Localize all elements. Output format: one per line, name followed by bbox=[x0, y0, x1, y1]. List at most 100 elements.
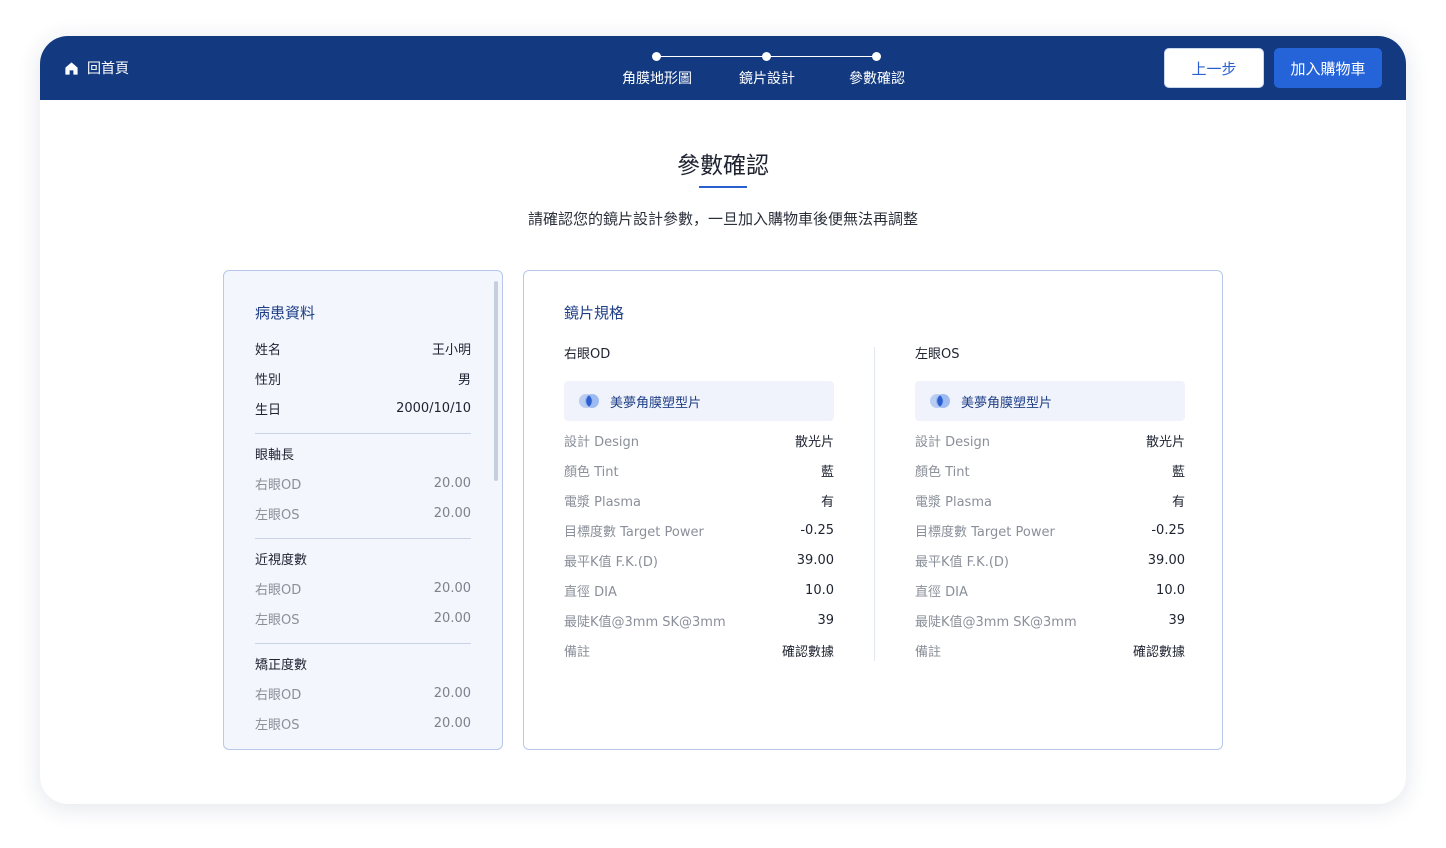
progress-stepper: 角膜地形圖 鏡片設計 參數確認 bbox=[580, 50, 920, 90]
step-confirm[interactable]: 參數確認 bbox=[849, 68, 905, 88]
spec-row: 直徑 DIA 10.0 bbox=[915, 575, 1185, 605]
scrollbar-thumb[interactable] bbox=[494, 281, 498, 481]
step-connector bbox=[657, 56, 767, 57]
lens-icon bbox=[929, 393, 951, 409]
spec-label: 顏色 Tint bbox=[915, 464, 970, 480]
list-item: 右眼OD 20.00 bbox=[255, 468, 471, 498]
spec-row: 電漿 Plasma 有 bbox=[915, 485, 1185, 515]
spec-label: 目標度數 Target Power bbox=[564, 524, 704, 540]
spec-row: 備註 確認數據 bbox=[915, 635, 1185, 665]
spec-value: 確認數據 bbox=[781, 644, 834, 660]
patient-gender-row: 性別 男 bbox=[255, 363, 471, 393]
field-label: 右眼OD bbox=[255, 582, 302, 598]
spec-value: 藍 bbox=[820, 464, 834, 480]
spec-row: 目標度數 Target Power -0.25 bbox=[564, 515, 834, 545]
spec-row: 最平K值 F.K.(D) 39.00 bbox=[915, 545, 1185, 575]
section-divider bbox=[255, 643, 471, 644]
spec-row: 備註 確認數據 bbox=[564, 635, 834, 665]
spec-value: -0.25 bbox=[1151, 522, 1185, 538]
field-label: 左眼OS bbox=[255, 717, 300, 733]
spec-value: -0.25 bbox=[800, 522, 834, 538]
home-link-label: 回首頁 bbox=[87, 61, 129, 77]
spec-label: 直徑 DIA bbox=[564, 584, 617, 600]
spec-value: 散光片 bbox=[1145, 434, 1185, 450]
patient-name-row: 姓名 王小明 bbox=[255, 333, 471, 363]
step-lens-design[interactable]: 鏡片設計 bbox=[739, 68, 795, 88]
spec-row: 最平K值 F.K.(D) 39.00 bbox=[564, 545, 834, 575]
spec-value: 10.0 bbox=[805, 582, 834, 598]
spec-label: 最平K值 F.K.(D) bbox=[564, 554, 658, 570]
spec-label: 備註 bbox=[564, 644, 591, 660]
field-label: 性別 bbox=[255, 372, 282, 388]
spec-row: 最陡K值@3mm SK@3mm 39 bbox=[564, 605, 834, 635]
spec-row: 設計 Design 散光片 bbox=[564, 425, 834, 455]
patient-birthday-row: 生日 2000/10/10 bbox=[255, 393, 471, 423]
step-dot-2 bbox=[762, 52, 771, 61]
top-navigation-bar: 回首頁 角膜地形圖 鏡片設計 參數確認 上一步 加入購物車 bbox=[40, 36, 1406, 100]
spec-row: 最陡K值@3mm SK@3mm 39 bbox=[915, 605, 1185, 635]
spec-value: 10.0 bbox=[1156, 582, 1185, 598]
step-dot-3 bbox=[872, 52, 881, 61]
field-label: 生日 bbox=[255, 402, 282, 418]
spec-row: 顏色 Tint 藍 bbox=[564, 455, 834, 485]
field-value: 20.00 bbox=[433, 685, 471, 701]
section-divider bbox=[255, 433, 471, 434]
previous-step-button[interactable]: 上一步 bbox=[1164, 48, 1264, 88]
spec-value: 藍 bbox=[1171, 464, 1185, 480]
spec-value: 散光片 bbox=[794, 434, 834, 450]
step-topography[interactable]: 角膜地形圖 bbox=[622, 68, 692, 88]
spec-value: 39 bbox=[817, 612, 834, 628]
spec-value: 39.00 bbox=[796, 552, 834, 568]
patient-name-value: 王小明 bbox=[431, 342, 471, 358]
eye-label-od: 右眼OD bbox=[564, 347, 611, 362]
list-item: 右眼OD 20.00 bbox=[255, 573, 471, 603]
right-eye-column: 右眼OD 美夢角膜塑型片 設計 Design 散光片 顏色 Tint 藍 電漿 Pl… bbox=[564, 343, 834, 665]
title-underline bbox=[699, 186, 747, 188]
spec-label: 顏色 Tint bbox=[564, 464, 619, 480]
list-item: 左眼OS 20.00 bbox=[255, 603, 471, 633]
patient-info-card: 病患資料 姓名 王小明 性別 男 生日 2000/10/10 眼軸長 右眼OD … bbox=[223, 270, 503, 750]
spec-row: 電漿 Plasma 有 bbox=[564, 485, 834, 515]
field-value: 20.00 bbox=[433, 505, 471, 521]
lens-icon bbox=[578, 393, 600, 409]
spec-label: 電漿 Plasma bbox=[915, 494, 992, 510]
field-label: 左眼OS bbox=[255, 507, 300, 523]
product-name: 美夢角膜塑型片 bbox=[961, 395, 1053, 411]
spec-label: 最陡K值@3mm SK@3mm bbox=[915, 614, 1077, 630]
field-label: 右眼OD bbox=[255, 477, 302, 493]
patient-card-title: 病患資料 bbox=[255, 304, 316, 322]
step-dot-1 bbox=[652, 52, 661, 61]
field-value: 20.00 bbox=[433, 715, 471, 731]
spec-label: 備註 bbox=[915, 644, 942, 660]
field-label: 姓名 bbox=[255, 342, 282, 358]
spec-row: 目標度數 Target Power -0.25 bbox=[915, 515, 1185, 545]
spec-row: 設計 Design 散光片 bbox=[915, 425, 1185, 455]
spec-label: 電漿 Plasma bbox=[564, 494, 641, 510]
lens-card-title: 鏡片規格 bbox=[564, 304, 625, 322]
myopia-title: 近視度數 bbox=[255, 553, 308, 568]
spec-label: 最陡K值@3mm SK@3mm bbox=[564, 614, 726, 630]
product-name: 美夢角膜塑型片 bbox=[610, 395, 702, 411]
lens-spec-card: 鏡片規格 右眼OD 美夢角膜塑型片 設計 Design 散光片 顏色 Tint 藍 … bbox=[523, 270, 1223, 750]
column-divider bbox=[874, 347, 875, 661]
list-item: 右眼OD 20.00 bbox=[255, 678, 471, 708]
spec-value: 有 bbox=[1171, 494, 1185, 510]
product-badge: 美夢角膜塑型片 bbox=[564, 381, 834, 421]
spec-label: 最平K值 F.K.(D) bbox=[915, 554, 1009, 570]
spec-row: 顏色 Tint 藍 bbox=[915, 455, 1185, 485]
app-window: 回首頁 角膜地形圖 鏡片設計 參數確認 上一步 加入購物車 參數確認 請確認您的… bbox=[40, 36, 1406, 804]
list-item: 左眼OS 20.00 bbox=[255, 498, 471, 528]
spec-row: 直徑 DIA 10.0 bbox=[564, 575, 834, 605]
home-link[interactable]: 回首頁 bbox=[64, 58, 129, 78]
field-label: 左眼OS bbox=[255, 612, 300, 628]
page-subtitle: 請確認您的鏡片設計參數，一旦加入購物車後便無法再調整 bbox=[527, 210, 918, 228]
left-eye-column: 左眼OS 美夢角膜塑型片 設計 Design 散光片 顏色 Tint 藍 電漿 Pl… bbox=[915, 343, 1185, 665]
field-value: 20.00 bbox=[433, 475, 471, 491]
step-connector bbox=[767, 56, 877, 57]
field-value: 20.00 bbox=[433, 610, 471, 626]
spec-value: 有 bbox=[820, 494, 834, 510]
home-icon bbox=[64, 61, 79, 76]
product-badge: 美夢角膜塑型片 bbox=[915, 381, 1185, 421]
spec-label: 直徑 DIA bbox=[915, 584, 968, 600]
add-to-cart-button[interactable]: 加入購物車 bbox=[1274, 48, 1382, 88]
